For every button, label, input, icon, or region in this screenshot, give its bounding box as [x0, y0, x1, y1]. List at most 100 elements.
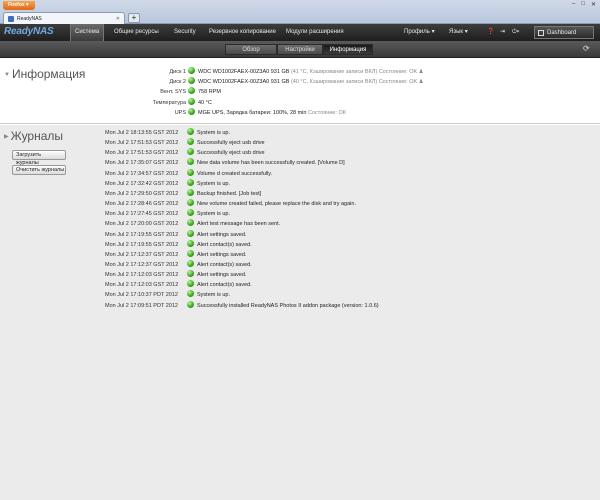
browser-tab[interactable]: ReadyNAS ✕: [3, 12, 125, 24]
tab-title: ReadyNAS: [17, 15, 42, 22]
log-entry: Mon Jul 2 17:27:45 GST 2012 System is up.: [105, 209, 230, 219]
dashboard-button[interactable]: Dashboard: [534, 26, 594, 39]
log-entry: Mon Jul 2 17:28:46 GST 2012 New volume cr…: [105, 199, 356, 209]
log-timestamp: Mon Jul 2 17:19:55 GST 2012: [105, 241, 179, 248]
close-window-icon[interactable]: ✕: [591, 1, 596, 8]
language-menu[interactable]: Язык ▾: [449, 24, 468, 41]
profile-menu[interactable]: Профиль ▾: [404, 24, 435, 41]
firefox-menu-button[interactable]: Firefox ▾: [3, 1, 35, 10]
log-entry: Mon Jul 2 17:12:03 GST 2012 Alert setting…: [105, 270, 247, 280]
log-entry: Mon Jul 2 17:10:37 PDT 2012 System is up.: [105, 290, 230, 300]
logout-icon[interactable]: ⇥: [500, 24, 505, 41]
log-timestamp: Mon Jul 2 17:34:57 GST 2012: [105, 170, 179, 177]
log-timestamp: Mon Jul 2 17:19:55 GST 2012: [105, 231, 179, 238]
info-label: UPS: [174, 109, 186, 116]
log-entry: Mon Jul 2 17:12:37 GST 2012 Alert setting…: [105, 249, 247, 260]
status-ok-icon: [187, 148, 194, 156]
status-ok-icon: [187, 259, 194, 267]
disk-detail-icon[interactable]: ♟: [419, 79, 424, 85]
minimize-icon[interactable]: –: [572, 1, 575, 8]
help-icon[interactable]: ❓: [487, 24, 494, 41]
log-entry: Mon Jul 2 17:51:53 GST 2012 Successfully …: [105, 138, 265, 148]
log-entry: Mon Jul 2 17:19:55 GST 2012 Alert setting…: [105, 229, 247, 240]
download-logs-button[interactable]: Загрузить журналы: [12, 150, 66, 166]
info-section-title: ▼ Информация: [4, 67, 86, 81]
info-value: WDC WD1002FAEX-00Z3A0 931 GB: [198, 69, 290, 75]
info-row: Температура 40 °C: [120, 97, 212, 108]
info-extra: (40 °C, Кэширование записи ВКЛ) Состояни…: [290, 79, 418, 86]
nav-item-security[interactable]: Security: [170, 24, 200, 41]
log-timestamp: Mon Jul 2 17:20:00 GST 2012: [105, 221, 179, 228]
log-timestamp: Mon Jul 2 17:29:50 GST 2012: [105, 190, 179, 197]
log-timestamp: Mon Jul 2 17:32:42 GST 2012: [105, 180, 179, 187]
info-value: WDC WD1002FAEX-00Z3A0 931 GB: [198, 79, 290, 86]
log-message: System is up.: [197, 292, 231, 299]
close-tab-icon[interactable]: ✕: [116, 16, 120, 22]
log-entry: Mon Jul 2 17:34:57 GST 2012 Volume d crea…: [105, 168, 273, 179]
dashboard-icon: [538, 30, 544, 36]
status-ok-icon: [187, 270, 194, 278]
log-message: Backup finished. [Job test]: [197, 190, 262, 197]
log-entry: Mon Jul 2 17:35:07 GST 2012 New data volu…: [105, 158, 345, 168]
log-message: Volume d created successfully.: [197, 170, 273, 177]
status-ok-icon: [187, 239, 194, 247]
status-ok-icon: [188, 87, 195, 95]
log-message: System is up.: [197, 211, 231, 218]
log-message: System is up.: [197, 130, 231, 136]
status-ok-icon: [188, 107, 195, 115]
window-controls: – □ ✕: [572, 1, 596, 8]
new-tab-button[interactable]: +: [128, 13, 140, 23]
info-row: Вент. SYS 758 RPM: [120, 87, 221, 97]
status-ok-icon: [187, 229, 194, 237]
browser-titlebar: Firefox ▾ – □ ✕ ReadyNAS ✕ +: [0, 0, 600, 24]
nav-item-addons[interactable]: Модули расширения: [282, 24, 348, 41]
info-row: Диск 1 WDC WD1002FAEX-00Z3A0 931 GB (41 °…: [120, 67, 424, 77]
status-ok-icon: [187, 158, 194, 166]
info-label: Диск 2: [169, 79, 186, 86]
power-icon[interactable]: ⏻▾: [512, 24, 519, 41]
info-label: Температура: [152, 99, 186, 106]
info-panel: ▼ Информация Диск 1 WDC WD1002FAEX-00Z3A0 …: [0, 58, 600, 124]
status-ok-icon: [187, 219, 194, 227]
log-entry: Mon Jul 2 17:12:03 GST 2012 Alert contact…: [105, 280, 252, 290]
status-ok-icon: [187, 128, 194, 135]
log-message: Successfully eject usb drive: [197, 150, 265, 157]
status-ok-icon: [187, 188, 194, 196]
info-extra: (41 °C, Кэширование записи ВКЛ) Состояни…: [290, 69, 418, 75]
tab-information[interactable]: Информация: [323, 44, 373, 55]
log-timestamp: Mon Jul 2 17:12:03 GST 2012: [105, 272, 179, 279]
status-ok-icon: [187, 178, 194, 186]
info-label: Диск 1: [169, 69, 186, 75]
collapse-triangle-icon[interactable]: ▶: [4, 133, 9, 140]
tab-overview[interactable]: Обзор: [225, 44, 277, 55]
collapse-triangle-icon[interactable]: ▼: [4, 72, 10, 78]
log-message: Alert contact(s) saved.: [197, 241, 252, 248]
log-message: New volume created failed, please replac…: [197, 201, 356, 208]
info-row: Диск 2 WDC WD1002FAEX-00Z3A0 931 GB (40 °…: [120, 77, 424, 87]
info-row: UPS MGE UPS, Зарядка батареи: 100%, 28 mi…: [120, 107, 346, 118]
log-message: Alert settings saved.: [197, 231, 247, 238]
clear-logs-button[interactable]: Очистить журналы: [12, 165, 66, 175]
dashboard-label: Dashboard: [547, 30, 577, 36]
nav-item-backup[interactable]: Резервное копирование: [205, 24, 280, 41]
info-value: 758 RPM: [198, 89, 221, 96]
log-timestamp: Mon Jul 2 17:35:07 GST 2012: [105, 160, 179, 167]
status-ok-icon: [187, 280, 194, 288]
tab-settings[interactable]: Настройки: [277, 44, 323, 55]
disk-detail-icon[interactable]: ♟: [419, 69, 424, 75]
status-ok-icon: [188, 67, 195, 74]
log-entry: Mon Jul 2 17:19:55 GST 2012 Alert contact…: [105, 239, 252, 250]
log-timestamp: Mon Jul 2 17:09:51 PDT 2012: [105, 302, 178, 309]
log-message: Alert contact(s) saved.: [197, 261, 252, 268]
nav-item-shares[interactable]: Общие ресурсы: [110, 24, 163, 41]
info-label: Вент. SYS: [160, 89, 186, 96]
log-timestamp: Mon Jul 2 17:51:53 GST 2012: [105, 150, 179, 157]
nav-item-system[interactable]: Система: [70, 24, 105, 41]
log-message: Alert test message has been sent.: [197, 221, 281, 228]
log-entry: Mon Jul 2 17:29:50 GST 2012 Backup finish…: [105, 188, 262, 199]
maximize-icon[interactable]: □: [581, 1, 585, 8]
log-timestamp: Mon Jul 2 17:27:45 GST 2012: [105, 211, 179, 218]
log-timestamp: Mon Jul 2 17:12:37 GST 2012: [105, 251, 179, 258]
refresh-icon[interactable]: ⟳: [583, 44, 590, 53]
log-message: Alert contact(s) saved.: [197, 282, 252, 289]
